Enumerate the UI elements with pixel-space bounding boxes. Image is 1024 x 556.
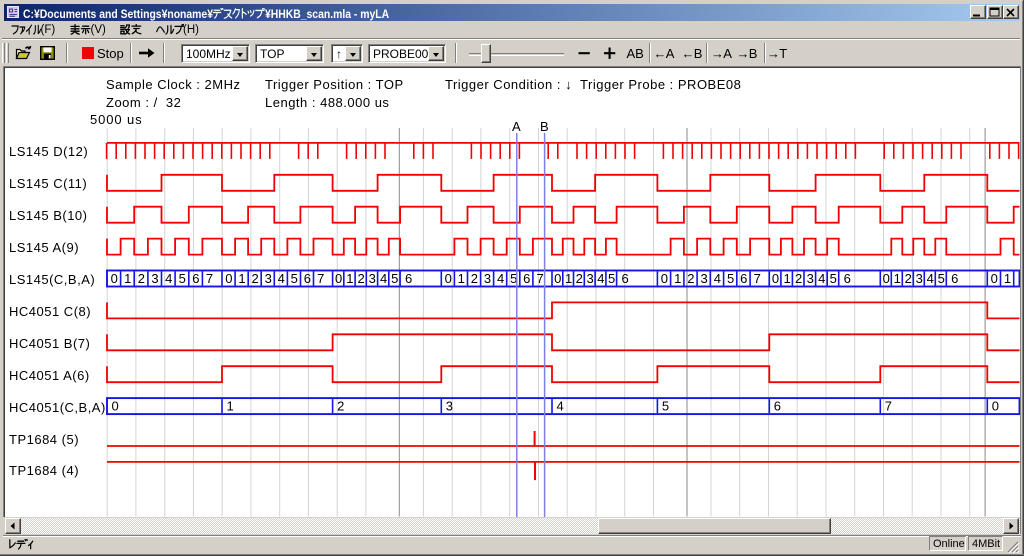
svg-text:0: 0 bbox=[225, 271, 232, 286]
svg-text:0: 0 bbox=[772, 271, 779, 286]
svg-text:5: 5 bbox=[830, 271, 837, 286]
svg-text:7: 7 bbox=[317, 271, 324, 286]
svg-text:2: 2 bbox=[687, 271, 694, 286]
svg-text:6: 6 bbox=[192, 271, 199, 286]
svg-text:3: 3 bbox=[446, 399, 453, 414]
svg-text:4: 4 bbox=[557, 399, 564, 414]
svg-text:2: 2 bbox=[251, 271, 258, 286]
svg-text:0: 0 bbox=[883, 271, 890, 286]
svg-text:4: 4 bbox=[714, 271, 721, 286]
svg-text:1: 1 bbox=[674, 271, 681, 286]
svg-text:3: 3 bbox=[484, 271, 491, 286]
svg-text:4: 4 bbox=[927, 271, 934, 286]
svg-text:0: 0 bbox=[992, 399, 999, 414]
svg-text:4: 4 bbox=[278, 271, 285, 286]
svg-text:3: 3 bbox=[916, 271, 923, 286]
svg-text:0: 0 bbox=[554, 271, 561, 286]
svg-text:7: 7 bbox=[206, 271, 213, 286]
svg-text:6: 6 bbox=[405, 271, 412, 286]
svg-text:6: 6 bbox=[304, 271, 311, 286]
svg-text:2: 2 bbox=[576, 271, 583, 286]
svg-text:6: 6 bbox=[844, 271, 851, 286]
svg-text:1: 1 bbox=[346, 271, 353, 286]
svg-text:6: 6 bbox=[621, 271, 628, 286]
svg-text:6: 6 bbox=[523, 271, 530, 286]
svg-text:5: 5 bbox=[662, 399, 669, 414]
svg-text:1: 1 bbox=[227, 399, 234, 414]
svg-text:0: 0 bbox=[335, 271, 342, 286]
svg-text:0: 0 bbox=[445, 271, 452, 286]
svg-text:5: 5 bbox=[727, 271, 734, 286]
svg-text:2: 2 bbox=[357, 271, 364, 286]
svg-text:0: 0 bbox=[112, 399, 119, 414]
svg-text:2: 2 bbox=[471, 271, 478, 286]
svg-text:5: 5 bbox=[391, 271, 398, 286]
svg-text:3: 3 bbox=[700, 271, 707, 286]
svg-text:4: 4 bbox=[597, 271, 604, 286]
svg-text:1: 1 bbox=[783, 271, 790, 286]
svg-text:1: 1 bbox=[894, 271, 901, 286]
svg-text:0: 0 bbox=[991, 271, 998, 286]
svg-text:5: 5 bbox=[291, 271, 298, 286]
svg-text:4: 4 bbox=[165, 271, 172, 286]
svg-text:6: 6 bbox=[740, 271, 747, 286]
svg-text:5: 5 bbox=[608, 271, 615, 286]
svg-text:2: 2 bbox=[138, 271, 145, 286]
svg-text:3: 3 bbox=[369, 271, 376, 286]
svg-text:3: 3 bbox=[807, 271, 814, 286]
svg-text:6: 6 bbox=[774, 399, 781, 414]
svg-text:4: 4 bbox=[497, 271, 504, 286]
svg-text:6: 6 bbox=[951, 271, 958, 286]
svg-text:1: 1 bbox=[238, 271, 245, 286]
svg-text:0: 0 bbox=[111, 271, 118, 286]
svg-text:7: 7 bbox=[536, 271, 543, 286]
svg-text:7: 7 bbox=[754, 271, 761, 286]
svg-text:3: 3 bbox=[265, 271, 272, 286]
svg-text:1: 1 bbox=[458, 271, 465, 286]
svg-text:1: 1 bbox=[565, 271, 572, 286]
svg-text:4: 4 bbox=[818, 271, 825, 286]
svg-text:7: 7 bbox=[885, 399, 892, 414]
svg-text:0: 0 bbox=[661, 271, 668, 286]
svg-text:1: 1 bbox=[124, 271, 131, 286]
svg-text:5: 5 bbox=[938, 271, 945, 286]
svg-text:2: 2 bbox=[905, 271, 912, 286]
svg-text:1: 1 bbox=[1004, 271, 1011, 286]
svg-text:5: 5 bbox=[179, 271, 186, 286]
svg-text:3: 3 bbox=[586, 271, 593, 286]
svg-text:3: 3 bbox=[151, 271, 158, 286]
svg-text:4: 4 bbox=[380, 271, 387, 286]
svg-text:2: 2 bbox=[795, 271, 802, 286]
svg-text:2: 2 bbox=[337, 399, 344, 414]
